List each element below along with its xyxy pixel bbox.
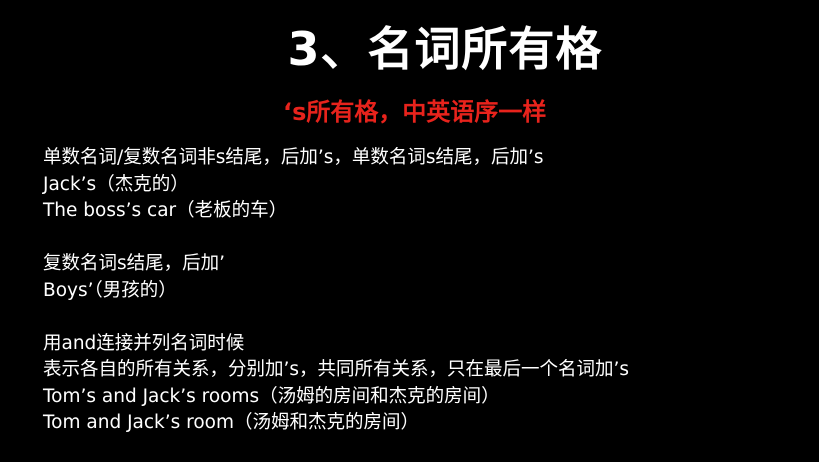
slide-subtitle: ‘s所有格，中英语序一样 bbox=[283, 98, 547, 126]
slide: 3、名词所有格 ‘s所有格，中英语序一样 单数名词/复数名词非s结尾，后加’s，… bbox=[0, 0, 819, 462]
example-line: Tom and Jack’s room（汤姆和杰克的房间） bbox=[43, 412, 419, 433]
example-line: Jack’s（杰克的） bbox=[43, 173, 189, 195]
example-line: The boss’s car（老板的车） bbox=[43, 200, 288, 221]
slide-body: 单数名词/复数名词非s结尾，后加’s，单数名词s结尾，后加’s Jack’s（杰… bbox=[43, 145, 629, 437]
section-gap bbox=[43, 304, 629, 331]
rule-line: 用and连接并列名词时候 bbox=[43, 332, 245, 354]
slide-title: 3、名词所有格 bbox=[287, 22, 603, 76]
rule-line: 表示各自的所有关系，分别加’s，共同所有关系，只在最后一个名词加’s bbox=[43, 359, 630, 380]
section-gap bbox=[43, 225, 629, 252]
rule-line: 单数名词/复数名词非s结尾，后加’s，单数名词s结尾，后加’s bbox=[43, 147, 544, 168]
example-line: Tom’s and Jack’s rooms（汤姆的房间和杰克的房间） bbox=[43, 385, 500, 407]
example-line: Boys’（男孩的） bbox=[43, 279, 177, 301]
rule-line: 复数名词s结尾，后加’ bbox=[43, 253, 226, 274]
